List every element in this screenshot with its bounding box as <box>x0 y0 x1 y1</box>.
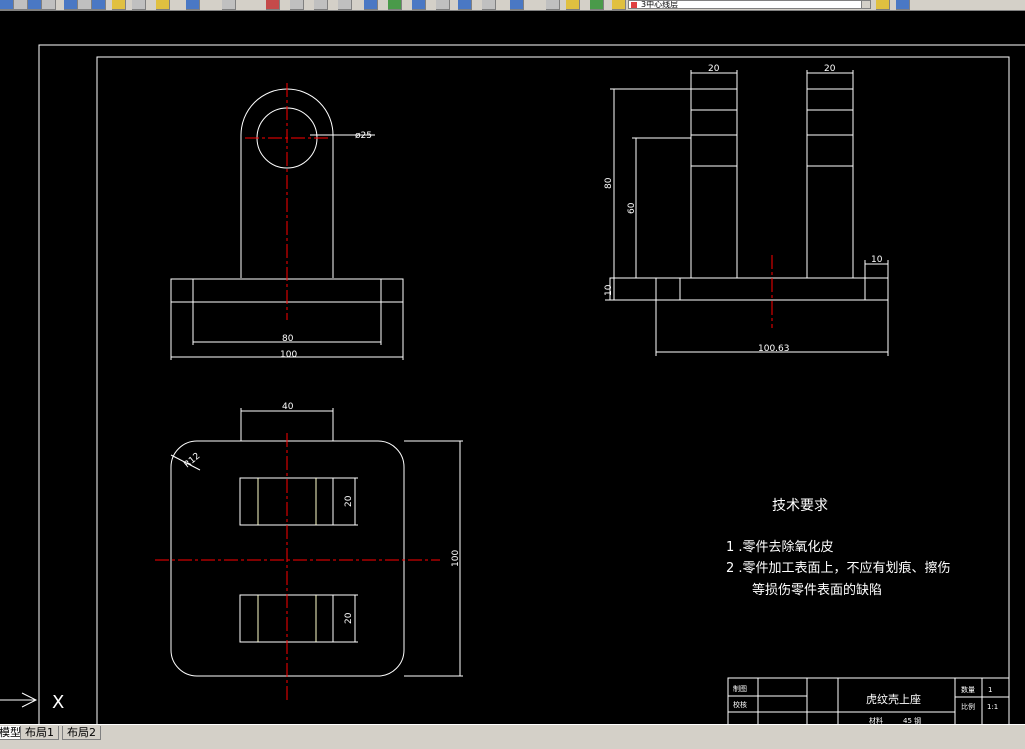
layer-dropdown[interactable]: 3中心线层 <box>628 0 868 9</box>
tb-qty-label: 数量 <box>961 685 975 694</box>
ucs-x-label: X <box>52 692 64 713</box>
dim-top-right: 20 <box>824 64 836 74</box>
layer-lock-icon[interactable] <box>612 0 626 10</box>
arrow-down-icon[interactable] <box>222 0 236 10</box>
tb-part-name: 虎纹壳上座 <box>866 692 921 706</box>
tb-checked: 校核 <box>733 700 747 709</box>
properties-icon[interactable] <box>364 0 378 10</box>
dim-slot-width: 40 <box>282 402 294 412</box>
match-properties-icon[interactable] <box>112 0 126 10</box>
cut-icon[interactable] <box>64 0 78 10</box>
zoom-previous-icon[interactable] <box>338 0 352 10</box>
print-icon[interactable] <box>42 0 56 10</box>
tb-drawn: 制图 <box>733 684 747 693</box>
dim-corner-radius: R12 <box>183 451 203 470</box>
calculator-icon[interactable] <box>482 0 496 10</box>
dim-base-length: 100.63 <box>758 344 790 354</box>
redo-icon[interactable] <box>186 0 200 10</box>
side-post-left <box>690 88 738 279</box>
tech-req-item2: 2 .零件加工表面上，不应有划痕、擦伤 <box>726 560 951 576</box>
layer-color-swatch <box>631 2 637 8</box>
dim-base-thickness: 10 <box>604 284 614 296</box>
layout-tabs: 模型 布局1 布局2 <box>0 724 1025 749</box>
side-base <box>609 277 889 301</box>
new-icon[interactable] <box>0 0 14 10</box>
tool-palette-icon[interactable] <box>412 0 426 10</box>
sheet-set-icon[interactable] <box>436 0 450 10</box>
chevron-down-icon[interactable] <box>861 0 871 9</box>
dim-hole-dia: ø25 <box>355 131 372 141</box>
help-icon[interactable] <box>510 0 524 10</box>
dim-right-step: 10 <box>871 255 883 265</box>
copy-icon[interactable] <box>78 0 92 10</box>
layer-name: 3中心线层 <box>641 0 679 9</box>
save-icon[interactable] <box>28 0 42 10</box>
tb-qty-value: 1 <box>988 686 992 694</box>
undo-icon[interactable] <box>156 0 170 10</box>
paste-icon[interactable] <box>92 0 106 10</box>
zoom-window-icon[interactable] <box>314 0 328 10</box>
top-centerlines <box>155 433 440 700</box>
open-icon[interactable] <box>14 0 28 10</box>
ucs-icon <box>0 692 38 708</box>
tb-material-value: 45 钢 <box>903 716 921 724</box>
side-view <box>605 70 889 356</box>
layer-previous-icon[interactable] <box>896 0 910 10</box>
dim-height-total: 80 <box>604 177 614 189</box>
tab-layout2[interactable]: 布局2 <box>62 726 101 740</box>
frame-border <box>96 56 1010 724</box>
zoom-realtime-icon[interactable] <box>290 0 304 10</box>
brush-icon[interactable] <box>132 0 146 10</box>
layer-on-icon[interactable] <box>566 0 580 10</box>
design-center-icon[interactable] <box>388 0 402 10</box>
model-space[interactable]: ø25 80 100 20 20 80 60 10 10 100.63 40 R… <box>0 10 1025 724</box>
dim-slot1-height: 20 <box>344 495 354 507</box>
tb-scale-label: 比例 <box>961 702 975 711</box>
side-post-right <box>806 88 854 279</box>
dim-slot2-height: 20 <box>344 612 354 624</box>
tb-material-label: 材料 <box>869 716 883 724</box>
sheet-border <box>38 44 1025 724</box>
front-centerlines <box>245 83 330 320</box>
layer-manager-icon[interactable] <box>546 0 560 10</box>
make-current-icon[interactable] <box>876 0 890 10</box>
markup-icon[interactable] <box>458 0 472 10</box>
tb-scale-value: 1:1 <box>987 703 998 711</box>
layer-freeze-icon[interactable] <box>590 0 604 10</box>
dim-base-width: 100 <box>280 350 297 360</box>
tech-req-title: 技术要求 <box>772 498 828 514</box>
tech-req-item3: 等损伤零件表面的缺陷 <box>752 582 882 598</box>
tech-req-item1: 1 .零件去除氧化皮 <box>726 540 834 555</box>
dim-top-left: 20 <box>708 64 720 74</box>
pan-icon[interactable] <box>266 0 280 10</box>
tab-layout1[interactable]: 布局1 <box>20 726 59 740</box>
top-view <box>170 408 463 677</box>
dim-overall-height: 100 <box>451 550 461 567</box>
dim-base-inner: 80 <box>282 334 294 344</box>
dim-height-inner: 60 <box>627 202 637 214</box>
